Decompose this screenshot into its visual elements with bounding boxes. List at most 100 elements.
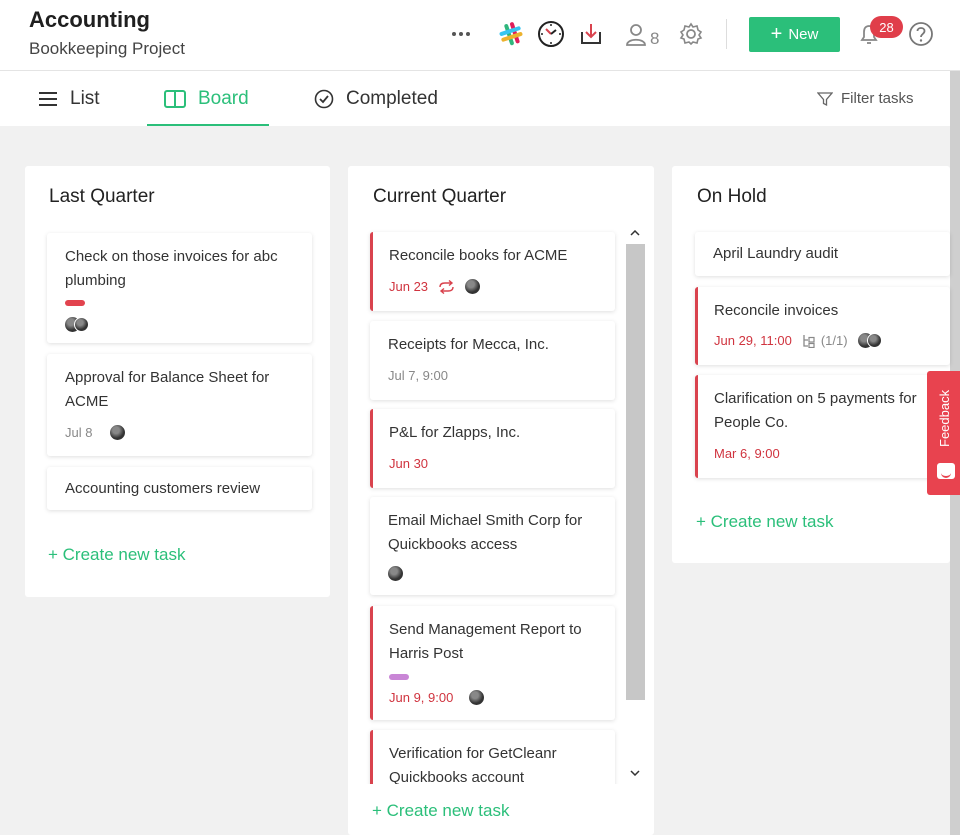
- task-title: Email Michael Smith Corp for Quickbooks …: [388, 512, 583, 553]
- task-card[interactable]: Check on those invoices for abc plumbing: [47, 233, 312, 343]
- app-header: Accounting Bookkeeping Project 8 + New 2…: [0, 0, 960, 71]
- list-icon: [39, 91, 57, 106]
- task-title: Send Management Report to Harris Post: [389, 621, 582, 662]
- task-card[interactable]: Verification for GetCleanr Quickbooks ac…: [370, 730, 615, 784]
- avatar: [469, 690, 485, 705]
- tab-completed[interactable]: Completed: [314, 71, 438, 126]
- board-column-last-quarter: Last Quarter Check on those invoices for…: [25, 166, 330, 597]
- board-icon: [164, 89, 186, 108]
- check-circle-icon: [314, 89, 334, 108]
- tab-completed-label: Completed: [346, 87, 438, 109]
- filter-tasks-label: Filter tasks: [841, 90, 914, 107]
- tab-board[interactable]: Board: [164, 71, 249, 126]
- task-card[interactable]: Reconcile invoices Jun 29, 11:00 (1/1): [695, 287, 950, 365]
- task-meta: Mar 6, 9:00: [714, 446, 780, 461]
- task-card[interactable]: Accounting customers review: [47, 467, 312, 510]
- view-tabs: List Board Completed Filter tasks: [0, 71, 950, 126]
- task-due-date: Jul 8: [65, 425, 93, 440]
- members-count[interactable]: 8: [650, 29, 659, 49]
- column-title[interactable]: On Hold: [697, 186, 767, 208]
- members-icon[interactable]: [622, 20, 650, 48]
- task-card[interactable]: P&L for Zlapps, Inc. Jun 30: [370, 409, 615, 488]
- column-title[interactable]: Last Quarter: [49, 186, 155, 208]
- task-meta: Jun 29, 11:00 (1/1): [714, 333, 882, 348]
- task-card[interactable]: April Laundry audit: [695, 232, 950, 276]
- task-title: Verification for GetCleanr Quickbooks ac…: [389, 745, 557, 784]
- task-due-date: Mar 6, 9:00: [714, 446, 780, 461]
- task-card[interactable]: Clarification on 5 payments for People C…: [695, 375, 950, 478]
- task-card[interactable]: Reconcile books for ACME Jun 23: [370, 232, 615, 311]
- task-label-tag: [65, 300, 85, 306]
- task-title: Clarification on 5 payments for People C…: [714, 390, 917, 431]
- task-label-tag: [389, 674, 409, 680]
- scrollbar-thumb[interactable]: [626, 244, 645, 700]
- ellipsis-icon[interactable]: [447, 20, 475, 48]
- create-task-link[interactable]: + Create new task: [372, 801, 510, 821]
- assignee-avatars: [857, 333, 882, 348]
- project-group-title: Accounting: [29, 7, 150, 32]
- task-title: Approval for Balance Sheet for ACME: [65, 369, 270, 410]
- avatar: [866, 333, 882, 348]
- feedback-tab[interactable]: Feedback: [927, 371, 960, 495]
- scroll-up-arrow[interactable]: [625, 224, 644, 242]
- plus-icon: +: [770, 22, 783, 45]
- timer-icon[interactable]: [537, 20, 565, 48]
- feedback-label: Feedback: [937, 389, 952, 447]
- repeat-icon: [439, 279, 454, 294]
- slack-icon[interactable]: [497, 20, 525, 48]
- task-meta: [65, 317, 89, 332]
- avatar: [110, 425, 126, 440]
- task-card[interactable]: Send Management Report to Harris Post Ju…: [370, 606, 615, 720]
- project-title[interactable]: Bookkeeping Project: [29, 39, 185, 59]
- scroll-down-arrow[interactable]: [625, 764, 644, 782]
- task-title: Reconcile books for ACME: [389, 247, 568, 264]
- task-due-date: Jun 29, 11:00: [714, 333, 792, 348]
- task-card[interactable]: Receipts for Mecca, Inc. Jul 7, 9:00: [370, 321, 615, 400]
- task-due-date: Jun 9, 9:00: [389, 690, 454, 705]
- card-list-clip: Verification for GetCleanr Quickbooks ac…: [348, 726, 625, 784]
- gear-icon[interactable]: [677, 20, 705, 48]
- board-column-current-quarter: Current Quarter Reconcile books for ACME…: [348, 166, 654, 835]
- task-title: April Laundry audit: [713, 245, 839, 262]
- task-card[interactable]: Approval for Balance Sheet for ACME Jul …: [47, 354, 312, 456]
- subtasks-icon: [803, 334, 815, 348]
- task-title: Accounting customers review: [65, 480, 261, 497]
- create-task-link[interactable]: + Create new task: [696, 512, 834, 532]
- task-meta: Jun 30: [389, 456, 428, 471]
- task-meta: Jul 8: [65, 425, 126, 440]
- new-button-label: New: [788, 26, 819, 43]
- task-title: Check on those invoices for abc plumbing: [65, 248, 278, 289]
- smiley-icon: [937, 463, 955, 479]
- task-meta: Jul 7, 9:00: [388, 368, 448, 383]
- task-due-date: Jul 7, 9:00: [388, 368, 448, 383]
- create-task-link[interactable]: + Create new task: [48, 545, 186, 565]
- avatar: [388, 566, 403, 581]
- column-title[interactable]: Current Quarter: [373, 186, 506, 208]
- task-meta: Jun 9, 9:00: [389, 690, 485, 705]
- download-icon[interactable]: [577, 20, 605, 48]
- task-title: P&L for Zlapps, Inc.: [389, 424, 521, 441]
- active-tab-indicator: [147, 124, 269, 126]
- task-title: Reconcile invoices: [714, 302, 839, 319]
- subtask-count: (1/1): [820, 333, 848, 348]
- avatar: [465, 279, 481, 294]
- assignee-avatars: [65, 317, 89, 332]
- task-title: Receipts for Mecca, Inc.: [388, 336, 549, 353]
- tab-list-label: List: [70, 87, 100, 109]
- board-column-on-hold: On Hold April Laundry audit Reconcile in…: [672, 166, 950, 563]
- header-divider: [726, 19, 727, 49]
- filter-tasks-button[interactable]: Filter tasks: [817, 71, 914, 126]
- new-button[interactable]: + New: [749, 17, 840, 52]
- task-due-date: Jun 23: [389, 279, 429, 294]
- tab-list[interactable]: List: [38, 71, 100, 126]
- task-due-date: Jun 30: [389, 456, 429, 471]
- task-meta: [388, 566, 403, 581]
- help-icon[interactable]: [907, 20, 935, 48]
- notification-badge[interactable]: 28: [870, 16, 903, 38]
- task-card[interactable]: Email Michael Smith Corp for Quickbooks …: [370, 497, 615, 595]
- filter-icon: [817, 91, 833, 106]
- avatar: [74, 317, 89, 332]
- task-meta: Jun 23: [389, 279, 481, 294]
- tab-board-label: Board: [198, 87, 249, 109]
- column-scrollbar[interactable]: [625, 224, 645, 784]
